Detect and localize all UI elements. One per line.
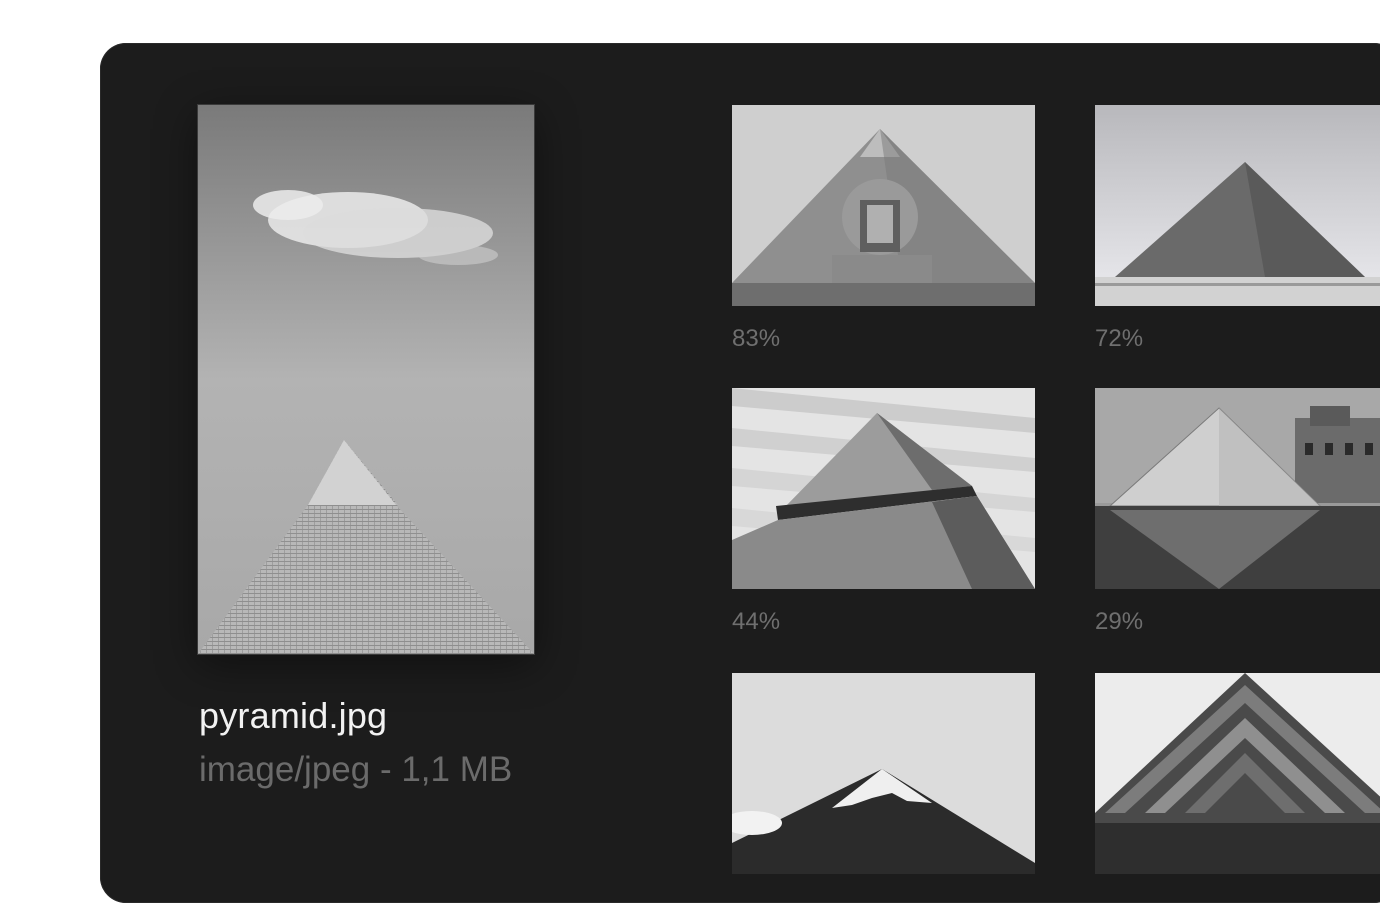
similarity-score: 72%: [1095, 325, 1144, 352]
abstract-pyramid-photo: [732, 388, 1035, 589]
similarity-score: 44%: [732, 608, 781, 635]
mountain-peak-photo: [732, 673, 1035, 874]
file-name: pyramid.jpg: [199, 695, 388, 736]
result-thumbnail[interactable]: [732, 388, 1035, 589]
similarity-score: 29%: [1095, 608, 1144, 635]
result-thumbnail[interactable]: [732, 105, 1035, 306]
result-thumbnail[interactable]: [1095, 673, 1380, 874]
pyramid-building-photo: [1095, 673, 1380, 874]
search-panel: pyramid.jpg image/jpeg - 1,1 MB 83% 72% …: [100, 43, 1380, 903]
query-image-preview: [197, 104, 535, 655]
result-thumbnail[interactable]: [732, 673, 1035, 874]
result-thumbnail[interactable]: [1095, 105, 1380, 306]
pyramid-photo: [198, 105, 534, 654]
sphinx-and-pyramid-photo: [732, 105, 1035, 306]
file-meta: image/jpeg - 1,1 MB: [199, 750, 513, 789]
similarity-score: 83%: [732, 325, 781, 352]
louvre-pyramid-photo: [1095, 388, 1380, 589]
result-thumbnail[interactable]: [1095, 388, 1380, 589]
great-pyramid-photo: [1095, 105, 1380, 306]
